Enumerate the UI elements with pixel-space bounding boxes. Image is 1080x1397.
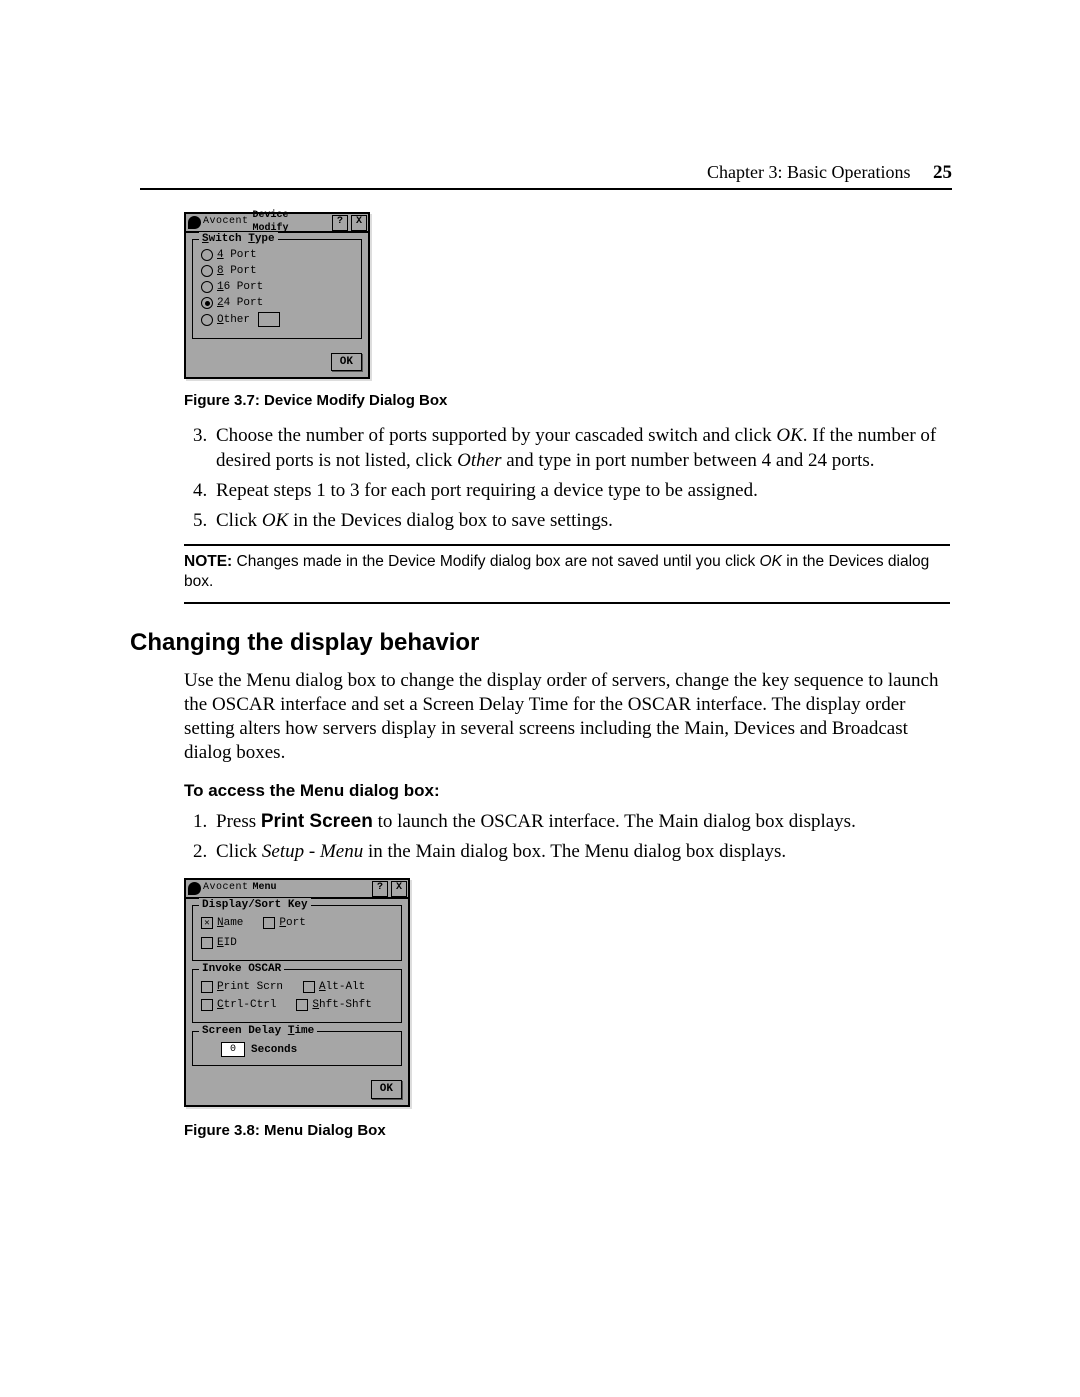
switch-type-option[interactable]: 4 Port [201, 248, 355, 262]
radio-icon [201, 281, 213, 293]
ok-button[interactable]: OK [371, 1080, 402, 1098]
checkbox-icon [263, 917, 275, 929]
brand-label: Avocent [203, 216, 249, 229]
step-5: Click OK in the Devices dialog box to sa… [212, 509, 950, 533]
menu-dialog: Avocent Menu ? X Display/Sort Key Name [184, 878, 410, 1106]
section-paragraph: Use the Menu dialog box to change the di… [184, 669, 950, 766]
sort-port-option[interactable]: Port [263, 916, 305, 930]
invoke-printscrn-option[interactable]: Print Scrn [201, 980, 283, 994]
figure-caption-3-7: Figure 3.7: Device Modify Dialog Box [184, 391, 950, 410]
checkbox-icon [296, 999, 308, 1011]
sort-eid-option[interactable]: EID [201, 936, 395, 950]
help-icon[interactable]: ? [332, 215, 348, 231]
note-rule-bottom [184, 602, 950, 604]
close-icon[interactable]: X [391, 881, 407, 897]
switch-type-option[interactable]: 24 Port [201, 296, 355, 310]
figure-caption-3-8: Figure 3.8: Menu Dialog Box [184, 1121, 950, 1140]
step-3: Choose the number of ports supported by … [212, 424, 950, 473]
brand-label: Avocent [203, 882, 249, 895]
switch-type-option[interactable]: 16 Port [201, 280, 355, 294]
header-rule [140, 188, 952, 190]
note-block: NOTE: Changes made in the Device Modify … [184, 552, 950, 592]
other-port-input[interactable] [258, 312, 280, 327]
avocent-logo-icon [188, 216, 201, 229]
section-heading: Changing the display behavior [130, 628, 950, 659]
radio-icon [201, 297, 213, 309]
procedure-steps-2: Press Print Screen to launch the OSCAR i… [184, 810, 950, 865]
chapter-label: Chapter 3: Basic Operations [707, 162, 910, 182]
group-legend: Invoke OSCAR [199, 962, 284, 976]
device-modify-dialog: Avocent Device Modify ? X Switch Type 4 … [184, 212, 370, 379]
step-2: Click Setup - Menu in the Main dialog bo… [212, 840, 950, 864]
screen-delay-group: Screen Delay Time 0 Seconds [192, 1031, 402, 1066]
titlebar: Avocent Device Modify ? X [186, 214, 368, 233]
procedure-subhead: To access the Menu dialog box: [184, 780, 950, 802]
help-icon[interactable]: ? [372, 881, 388, 897]
page-number: 25 [933, 162, 952, 183]
radio-icon [201, 265, 213, 277]
invoke-ctrlctrl-option[interactable]: Ctrl-Ctrl [201, 998, 276, 1012]
sort-name-option[interactable]: Name [201, 916, 243, 930]
radio-icon [201, 249, 213, 261]
avocent-logo-icon [188, 882, 201, 895]
invoke-oscar-group: Invoke OSCAR Print Scrn Alt-Alt [192, 969, 402, 1023]
switch-type-group: Switch Type 4 Port8 Port16 Port24 PortOt… [192, 239, 362, 339]
invoke-shftshft-option[interactable]: Shft-Shft [296, 998, 371, 1012]
switch-type-option[interactable]: Other [201, 312, 355, 327]
invoke-altalt-option[interactable]: Alt-Alt [303, 980, 365, 994]
checkbox-icon [201, 917, 213, 929]
ok-button[interactable]: OK [331, 353, 362, 371]
procedure-steps-1: Choose the number of ports supported by … [184, 424, 950, 533]
note-rule-top [184, 544, 950, 546]
delay-seconds-input[interactable]: 0 [221, 1042, 245, 1057]
page-header: Chapter 3: Basic Operations 25 [707, 162, 952, 184]
step-1: Press Print Screen to launch the OSCAR i… [212, 810, 950, 834]
checkbox-icon [201, 999, 213, 1011]
display-sort-key-group: Display/Sort Key Name Port [192, 905, 402, 961]
step-4: Repeat steps 1 to 3 for each port requir… [212, 479, 950, 503]
switch-type-option[interactable]: 8 Port [201, 264, 355, 278]
checkbox-icon [201, 937, 213, 949]
radio-icon [201, 314, 213, 326]
group-legend: Screen Delay Time [199, 1024, 317, 1038]
seconds-label: Seconds [251, 1043, 297, 1057]
titlebar: Avocent Menu ? X [186, 880, 408, 899]
group-legend: Display/Sort Key [199, 898, 311, 912]
checkbox-icon [201, 981, 213, 993]
checkbox-icon [303, 981, 315, 993]
dialog-title: Menu [253, 882, 277, 895]
close-icon[interactable]: X [351, 215, 367, 231]
